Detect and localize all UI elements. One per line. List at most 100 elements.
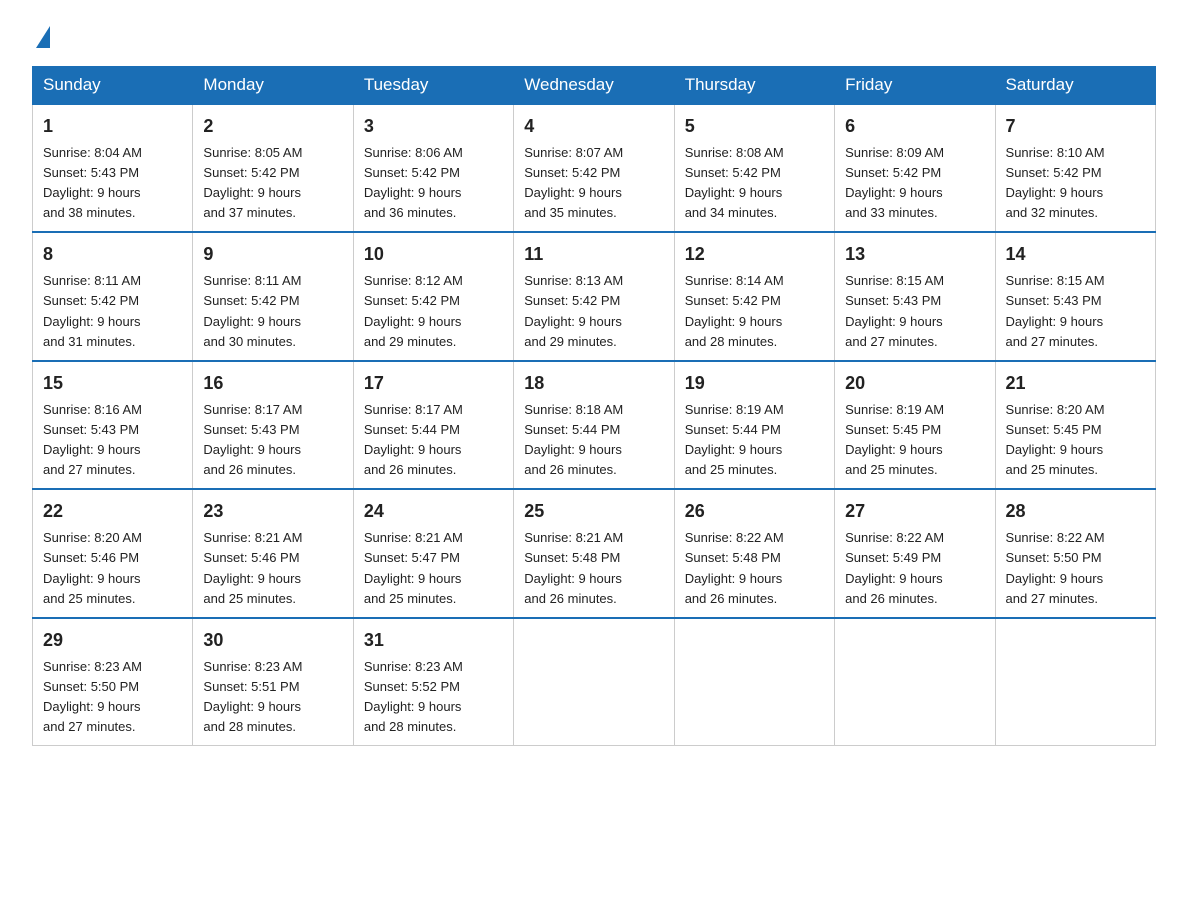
- day-details: Sunrise: 8:20 AM Sunset: 5:45 PM Dayligh…: [1006, 400, 1145, 481]
- day-details: Sunrise: 8:10 AM Sunset: 5:42 PM Dayligh…: [1006, 143, 1145, 224]
- day-number: 11: [524, 241, 663, 269]
- week-row-2: 8 Sunrise: 8:11 AM Sunset: 5:42 PM Dayli…: [33, 232, 1156, 360]
- day-details: Sunrise: 8:15 AM Sunset: 5:43 PM Dayligh…: [845, 271, 984, 352]
- weekday-header-thursday: Thursday: [674, 67, 834, 105]
- calendar-cell: 30 Sunrise: 8:23 AM Sunset: 5:51 PM Dayl…: [193, 618, 353, 746]
- day-number: 9: [203, 241, 342, 269]
- page-header: [32, 24, 1156, 48]
- day-number: 16: [203, 370, 342, 398]
- day-details: Sunrise: 8:17 AM Sunset: 5:44 PM Dayligh…: [364, 400, 503, 481]
- calendar-table: SundayMondayTuesdayWednesdayThursdayFrid…: [32, 66, 1156, 746]
- day-number: 5: [685, 113, 824, 141]
- day-number: 24: [364, 498, 503, 526]
- day-details: Sunrise: 8:14 AM Sunset: 5:42 PM Dayligh…: [685, 271, 824, 352]
- day-details: Sunrise: 8:22 AM Sunset: 5:49 PM Dayligh…: [845, 528, 984, 609]
- day-number: 29: [43, 627, 182, 655]
- calendar-cell: 24 Sunrise: 8:21 AM Sunset: 5:47 PM Dayl…: [353, 489, 513, 617]
- day-details: Sunrise: 8:23 AM Sunset: 5:52 PM Dayligh…: [364, 657, 503, 738]
- calendar-cell: 27 Sunrise: 8:22 AM Sunset: 5:49 PM Dayl…: [835, 489, 995, 617]
- calendar-cell: 3 Sunrise: 8:06 AM Sunset: 5:42 PM Dayli…: [353, 104, 513, 232]
- day-number: 31: [364, 627, 503, 655]
- calendar-cell: 17 Sunrise: 8:17 AM Sunset: 5:44 PM Dayl…: [353, 361, 513, 489]
- day-number: 3: [364, 113, 503, 141]
- day-number: 10: [364, 241, 503, 269]
- day-details: Sunrise: 8:17 AM Sunset: 5:43 PM Dayligh…: [203, 400, 342, 481]
- calendar-cell: 12 Sunrise: 8:14 AM Sunset: 5:42 PM Dayl…: [674, 232, 834, 360]
- logo-triangle-icon: [36, 26, 50, 48]
- week-row-3: 15 Sunrise: 8:16 AM Sunset: 5:43 PM Dayl…: [33, 361, 1156, 489]
- calendar-cell: [674, 618, 834, 746]
- day-number: 27: [845, 498, 984, 526]
- day-details: Sunrise: 8:13 AM Sunset: 5:42 PM Dayligh…: [524, 271, 663, 352]
- calendar-cell: 18 Sunrise: 8:18 AM Sunset: 5:44 PM Dayl…: [514, 361, 674, 489]
- day-number: 1: [43, 113, 182, 141]
- calendar-cell: 31 Sunrise: 8:23 AM Sunset: 5:52 PM Dayl…: [353, 618, 513, 746]
- calendar-cell: 10 Sunrise: 8:12 AM Sunset: 5:42 PM Dayl…: [353, 232, 513, 360]
- calendar-cell: 16 Sunrise: 8:17 AM Sunset: 5:43 PM Dayl…: [193, 361, 353, 489]
- day-number: 19: [685, 370, 824, 398]
- day-details: Sunrise: 8:08 AM Sunset: 5:42 PM Dayligh…: [685, 143, 824, 224]
- calendar-cell: [995, 618, 1155, 746]
- calendar-cell: 4 Sunrise: 8:07 AM Sunset: 5:42 PM Dayli…: [514, 104, 674, 232]
- day-details: Sunrise: 8:18 AM Sunset: 5:44 PM Dayligh…: [524, 400, 663, 481]
- day-number: 21: [1006, 370, 1145, 398]
- logo: [32, 24, 50, 48]
- day-details: Sunrise: 8:22 AM Sunset: 5:50 PM Dayligh…: [1006, 528, 1145, 609]
- weekday-header-monday: Monday: [193, 67, 353, 105]
- day-details: Sunrise: 8:21 AM Sunset: 5:47 PM Dayligh…: [364, 528, 503, 609]
- weekday-header-friday: Friday: [835, 67, 995, 105]
- day-details: Sunrise: 8:23 AM Sunset: 5:50 PM Dayligh…: [43, 657, 182, 738]
- day-details: Sunrise: 8:20 AM Sunset: 5:46 PM Dayligh…: [43, 528, 182, 609]
- day-number: 4: [524, 113, 663, 141]
- calendar-cell: 28 Sunrise: 8:22 AM Sunset: 5:50 PM Dayl…: [995, 489, 1155, 617]
- day-details: Sunrise: 8:04 AM Sunset: 5:43 PM Dayligh…: [43, 143, 182, 224]
- day-number: 12: [685, 241, 824, 269]
- calendar-cell: 5 Sunrise: 8:08 AM Sunset: 5:42 PM Dayli…: [674, 104, 834, 232]
- calendar-cell: 2 Sunrise: 8:05 AM Sunset: 5:42 PM Dayli…: [193, 104, 353, 232]
- day-number: 7: [1006, 113, 1145, 141]
- day-details: Sunrise: 8:22 AM Sunset: 5:48 PM Dayligh…: [685, 528, 824, 609]
- day-details: Sunrise: 8:11 AM Sunset: 5:42 PM Dayligh…: [43, 271, 182, 352]
- day-details: Sunrise: 8:12 AM Sunset: 5:42 PM Dayligh…: [364, 271, 503, 352]
- day-details: Sunrise: 8:16 AM Sunset: 5:43 PM Dayligh…: [43, 400, 182, 481]
- calendar-cell: 1 Sunrise: 8:04 AM Sunset: 5:43 PM Dayli…: [33, 104, 193, 232]
- calendar-cell: 8 Sunrise: 8:11 AM Sunset: 5:42 PM Dayli…: [33, 232, 193, 360]
- day-number: 17: [364, 370, 503, 398]
- day-number: 14: [1006, 241, 1145, 269]
- day-number: 30: [203, 627, 342, 655]
- day-number: 2: [203, 113, 342, 141]
- week-row-1: 1 Sunrise: 8:04 AM Sunset: 5:43 PM Dayli…: [33, 104, 1156, 232]
- day-number: 6: [845, 113, 984, 141]
- calendar-cell: 20 Sunrise: 8:19 AM Sunset: 5:45 PM Dayl…: [835, 361, 995, 489]
- day-number: 15: [43, 370, 182, 398]
- day-details: Sunrise: 8:15 AM Sunset: 5:43 PM Dayligh…: [1006, 271, 1145, 352]
- day-details: Sunrise: 8:21 AM Sunset: 5:48 PM Dayligh…: [524, 528, 663, 609]
- calendar-cell: 7 Sunrise: 8:10 AM Sunset: 5:42 PM Dayli…: [995, 104, 1155, 232]
- week-row-5: 29 Sunrise: 8:23 AM Sunset: 5:50 PM Dayl…: [33, 618, 1156, 746]
- calendar-cell: 11 Sunrise: 8:13 AM Sunset: 5:42 PM Dayl…: [514, 232, 674, 360]
- day-details: Sunrise: 8:09 AM Sunset: 5:42 PM Dayligh…: [845, 143, 984, 224]
- weekday-header-saturday: Saturday: [995, 67, 1155, 105]
- calendar-cell: 9 Sunrise: 8:11 AM Sunset: 5:42 PM Dayli…: [193, 232, 353, 360]
- day-details: Sunrise: 8:19 AM Sunset: 5:45 PM Dayligh…: [845, 400, 984, 481]
- calendar-cell: 29 Sunrise: 8:23 AM Sunset: 5:50 PM Dayl…: [33, 618, 193, 746]
- week-row-4: 22 Sunrise: 8:20 AM Sunset: 5:46 PM Dayl…: [33, 489, 1156, 617]
- weekday-header-sunday: Sunday: [33, 67, 193, 105]
- day-number: 28: [1006, 498, 1145, 526]
- calendar-cell: 13 Sunrise: 8:15 AM Sunset: 5:43 PM Dayl…: [835, 232, 995, 360]
- day-details: Sunrise: 8:21 AM Sunset: 5:46 PM Dayligh…: [203, 528, 342, 609]
- day-number: 13: [845, 241, 984, 269]
- calendar-cell: 21 Sunrise: 8:20 AM Sunset: 5:45 PM Dayl…: [995, 361, 1155, 489]
- day-number: 18: [524, 370, 663, 398]
- day-details: Sunrise: 8:06 AM Sunset: 5:42 PM Dayligh…: [364, 143, 503, 224]
- calendar-cell: 25 Sunrise: 8:21 AM Sunset: 5:48 PM Dayl…: [514, 489, 674, 617]
- weekday-header-wednesday: Wednesday: [514, 67, 674, 105]
- day-details: Sunrise: 8:05 AM Sunset: 5:42 PM Dayligh…: [203, 143, 342, 224]
- day-number: 8: [43, 241, 182, 269]
- day-details: Sunrise: 8:11 AM Sunset: 5:42 PM Dayligh…: [203, 271, 342, 352]
- day-details: Sunrise: 8:23 AM Sunset: 5:51 PM Dayligh…: [203, 657, 342, 738]
- day-details: Sunrise: 8:07 AM Sunset: 5:42 PM Dayligh…: [524, 143, 663, 224]
- calendar-cell: 14 Sunrise: 8:15 AM Sunset: 5:43 PM Dayl…: [995, 232, 1155, 360]
- calendar-cell: [835, 618, 995, 746]
- calendar-cell: [514, 618, 674, 746]
